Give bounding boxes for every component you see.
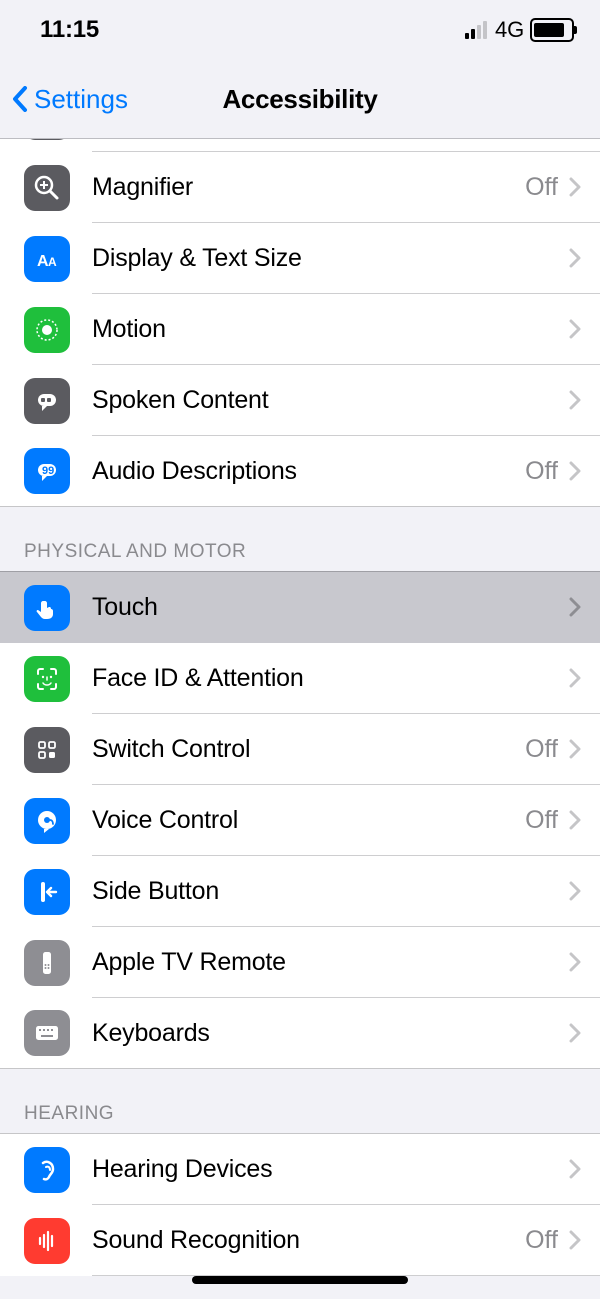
row-label: Motion [92,315,568,344]
back-button[interactable]: Settings [10,83,128,115]
chevron-right-icon [568,952,582,972]
switch-control-icon [24,727,70,773]
row-label: Hearing Devices [92,1155,568,1184]
row-spoken-content[interactable]: Spoken Content [0,365,600,436]
row-label: Switch Control [92,735,525,764]
chevron-right-icon [568,1159,582,1179]
cellular-signal-icon [465,21,487,39]
home-indicator[interactable] [192,1276,408,1284]
status-time: 11:15 [40,16,99,44]
chevron-right-icon [568,319,582,339]
row-side-button[interactable]: Side Button [0,856,600,927]
row-label: Sound Recognition [92,1226,525,1255]
row-label: Apple TV Remote [92,948,568,977]
text-size-icon: AA [24,236,70,282]
row-label: Voice Control [92,806,525,835]
voice-control-icon [24,798,70,844]
status-right: 4G [465,17,574,43]
apple-tv-remote-icon [24,940,70,986]
svg-text:A: A [48,255,57,269]
spoken-content-icon [24,378,70,424]
row-audio-descriptions[interactable]: 99 Audio DescriptionsOff [0,436,600,507]
row-label: Face ID & Attention [92,664,568,693]
touch-icon [24,585,70,631]
row-motion[interactable]: Motion [0,294,600,365]
chevron-right-icon [568,810,582,830]
chevron-right-icon [568,597,582,617]
status-bar: 11:15 4G [0,0,600,60]
row-voice-control[interactable]: Voice ControlOff [0,785,600,856]
magnifier-icon [24,165,70,211]
row-zoom[interactable]: Zoom [0,139,600,152]
svg-text:99: 99 [42,465,54,477]
group-header-physical: Physical and Motor [0,507,600,571]
chevron-right-icon [568,739,582,759]
chevron-right-icon [568,881,582,901]
side-button-icon [24,869,70,915]
keyboards-icon [24,1010,70,1056]
row-touch[interactable]: Touch [0,571,600,643]
row-label: Keyboards [92,1019,568,1048]
chevron-right-icon [568,1230,582,1250]
chevron-right-icon [568,461,582,481]
face-id-icon [24,656,70,702]
row-label: Spoken Content [92,386,568,415]
row-display-text-size[interactable]: AA Display & Text Size [0,223,600,294]
chevron-right-icon [568,1023,582,1043]
row-switch-control[interactable]: Switch ControlOff [0,714,600,785]
settings-list[interactable]: Zoom MagnifierOff AA Display & Text Size… [0,139,600,1298]
sound-recognition-icon [24,1218,70,1264]
row-label: Touch [92,593,568,622]
row-sound-recognition[interactable]: Sound RecognitionOff [0,1205,600,1276]
motion-icon [24,307,70,353]
row-label: Audio Descriptions [92,457,525,486]
chevron-right-icon [568,668,582,688]
audio-descriptions-icon: 99 [24,448,70,494]
row-value: Off [525,1226,558,1255]
hearing-devices-icon [24,1147,70,1193]
chevron-right-icon [568,248,582,268]
group-header-hearing: Hearing [0,1069,600,1133]
row-magnifier[interactable]: MagnifierOff [0,152,600,223]
row-value: Off [525,173,558,202]
row-hearing-devices[interactable]: Hearing Devices [0,1133,600,1205]
battery-icon [530,18,574,42]
network-type: 4G [495,17,524,43]
chevron-left-icon [10,83,30,115]
row-apple-tv-remote[interactable]: Apple TV Remote [0,927,600,998]
row-label: Display & Text Size [92,244,568,273]
row-value: Off [525,457,558,486]
row-label: Magnifier [92,173,525,202]
row-label: Side Button [92,877,568,906]
row-value: Off [525,735,558,764]
chevron-right-icon [568,177,582,197]
zoom-icon [24,139,70,140]
row-value: Off [525,806,558,835]
chevron-right-icon [568,390,582,410]
back-label: Settings [34,84,128,115]
nav-bar: Settings Accessibility [0,60,600,139]
row-face-id[interactable]: Face ID & Attention [0,643,600,714]
row-keyboards[interactable]: Keyboards [0,998,600,1069]
